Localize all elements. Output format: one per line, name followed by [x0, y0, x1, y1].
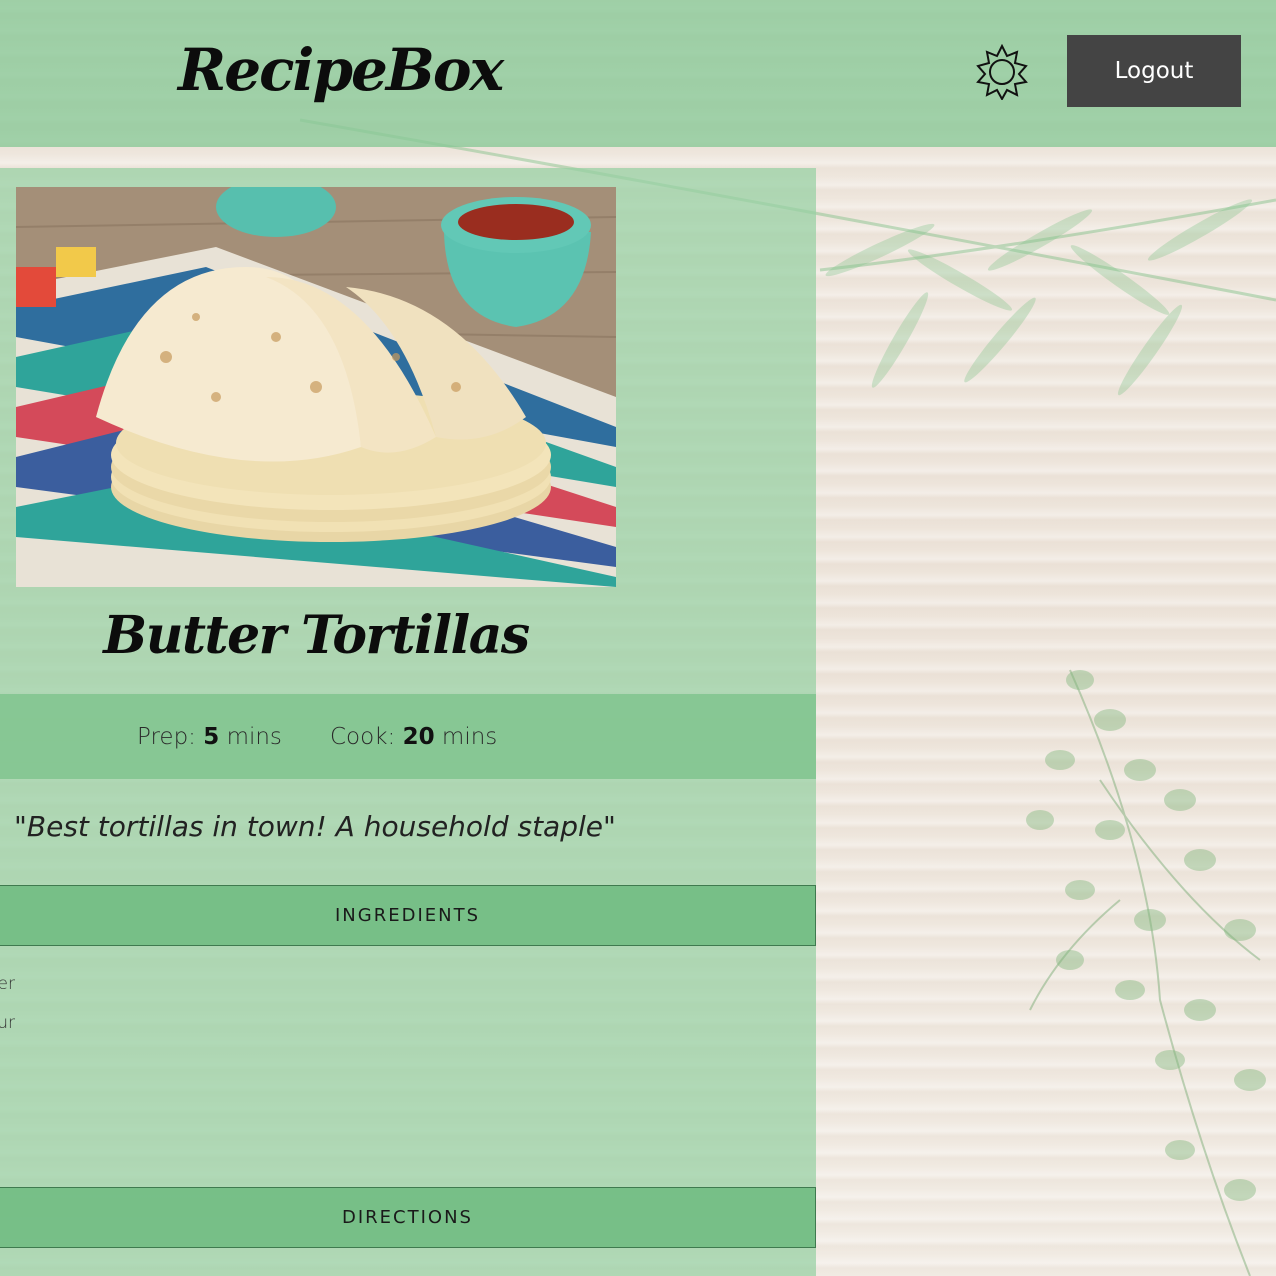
ingredient-item: er: [0, 974, 15, 994]
cook-value: 20: [402, 724, 435, 750]
top-header: RecipeBox Logout: [0, 0, 1276, 147]
directions-header[interactable]: DIRECTIONS: [0, 1187, 816, 1248]
prep-unit: mins: [226, 724, 282, 750]
app-logo[interactable]: RecipeBox: [178, 36, 504, 104]
prep-time: Prep: 5 mins: [137, 724, 282, 750]
cook-time: Cook: 20 mins: [330, 724, 497, 750]
recipe-card: Butter Tortillas Prep: 5 mins Cook: 20 m…: [0, 168, 816, 1276]
cook-label: Cook:: [330, 724, 396, 750]
ingredient-item: ur: [0, 1013, 15, 1033]
ingredient-list: er ur: [0, 969, 15, 1047]
prep-value: 5: [203, 724, 220, 750]
time-info-bar: Prep: 5 mins Cook: 20 mins: [0, 694, 816, 779]
tortilla-photo: [16, 187, 616, 587]
sun-icon[interactable]: [974, 44, 1030, 100]
logout-button[interactable]: Logout: [1067, 35, 1241, 107]
recipe-quote: "Best tortillas in town! A household sta…: [14, 810, 616, 843]
cook-unit: mins: [441, 724, 498, 750]
prep-label: Prep:: [137, 724, 196, 750]
recipe-title: Butter Tortillas: [103, 605, 530, 666]
ingredients-header[interactable]: INGREDIENTS: [0, 885, 816, 946]
